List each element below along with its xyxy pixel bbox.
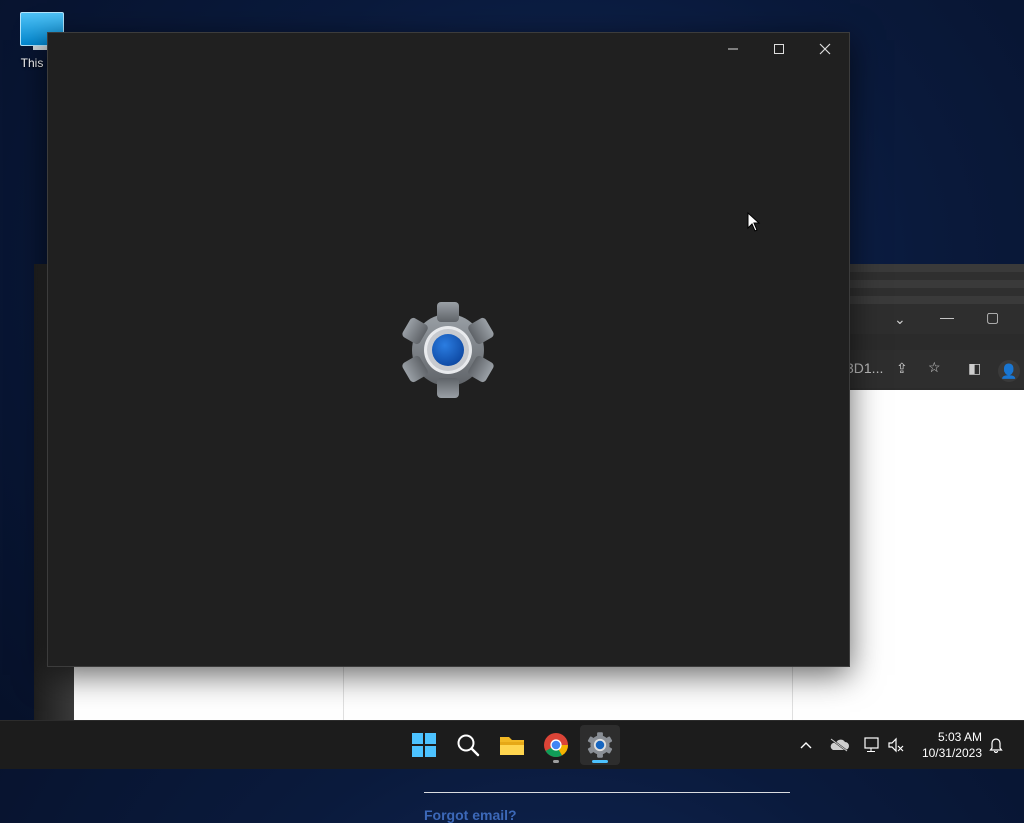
settings-app-window xyxy=(47,32,850,667)
close-icon xyxy=(819,43,831,55)
settings-taskbar-button[interactable] xyxy=(580,725,620,765)
search-icon xyxy=(457,734,480,757)
address-bar-text[interactable]: 3D1... xyxy=(846,360,883,376)
tab-search-chevron-icon[interactable]: ⌄ xyxy=(894,312,906,326)
volume-muted-icon xyxy=(888,737,904,753)
browser-toolbar: 3D1... ⇪ ☆ ◧ 👤 xyxy=(846,350,1024,388)
settings-gear-icon xyxy=(399,301,497,399)
browser-minimize-button[interactable]: — xyxy=(940,310,954,324)
start-button[interactable] xyxy=(404,725,444,765)
maximize-button[interactable] xyxy=(756,33,802,65)
side-panel-icon[interactable]: ◧ xyxy=(968,361,981,375)
search-button[interactable] xyxy=(448,725,488,765)
clock-date: 10/31/2023 xyxy=(921,746,982,760)
minimize-button[interactable] xyxy=(710,33,756,65)
network-tray-button[interactable] xyxy=(858,721,882,769)
volume-tray-button[interactable] xyxy=(884,721,908,769)
network-icon xyxy=(864,737,879,752)
clock-time: 5:03 AM xyxy=(937,730,982,744)
chrome-icon xyxy=(544,733,568,758)
taskbar: 5:03 AM 10/31/2023 xyxy=(0,720,1024,769)
bell-icon xyxy=(989,738,1003,753)
browser-tab-strip xyxy=(848,264,1024,304)
maximize-icon xyxy=(774,44,784,54)
browser-titlebar: ⌄ — ▢ xyxy=(848,304,1024,334)
bookmark-star-icon[interactable]: ☆ xyxy=(928,360,941,374)
mouse-cursor-icon xyxy=(747,212,761,232)
notifications-button[interactable] xyxy=(986,721,1006,769)
browser-maximize-button[interactable]: ▢ xyxy=(986,310,999,324)
forgot-email-link[interactable]: Forgot email? xyxy=(424,807,517,823)
settings-gear-icon xyxy=(587,732,613,758)
cloud-off-icon xyxy=(830,738,849,752)
chevron-up-icon xyxy=(800,742,812,749)
minimize-icon xyxy=(728,48,738,50)
windows-logo-icon xyxy=(412,733,436,757)
onedrive-tray-button[interactable] xyxy=(826,721,852,769)
share-icon[interactable]: ⇪ xyxy=(896,361,908,375)
folder-icon xyxy=(500,737,524,755)
chrome-button[interactable] xyxy=(536,725,576,765)
email-field-underline xyxy=(424,792,790,793)
close-button[interactable] xyxy=(802,33,848,65)
taskbar-clock[interactable]: 5:03 AM 10/31/2023 xyxy=(922,729,982,761)
profile-avatar-icon[interactable]: 👤 xyxy=(998,360,1020,382)
file-explorer-button[interactable] xyxy=(492,725,532,765)
show-hidden-icons-button[interactable] xyxy=(796,721,816,769)
